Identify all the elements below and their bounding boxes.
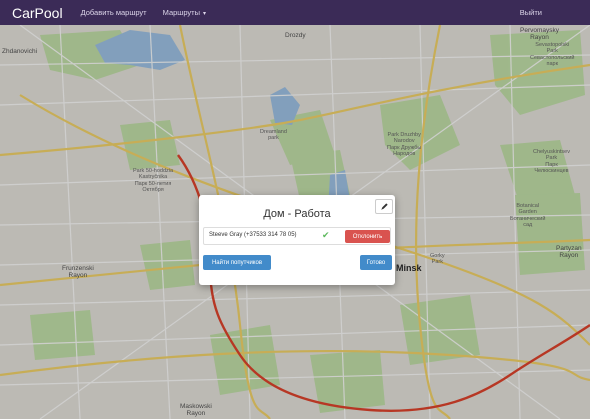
- nav-add-route[interactable]: Добавить маршрут: [81, 8, 147, 17]
- map-label-minsk: Minsk: [396, 263, 422, 273]
- decline-button[interactable]: Отклонить: [345, 230, 390, 243]
- edit-route-button[interactable]: [375, 199, 393, 214]
- member-name: Steeve Gray (+37533 314 78 05): [209, 232, 297, 238]
- done-button[interactable]: Готово: [360, 255, 392, 270]
- route-title: Дом - Работа: [263, 208, 331, 220]
- caret-down-icon: ▾: [202, 11, 206, 17]
- member-row: Steeve Gray (+37533 314 78 05) ✔ Отклони…: [203, 227, 391, 245]
- pencil-icon: [380, 203, 388, 210]
- brand-logo[interactable]: CarPool: [12, 5, 63, 21]
- nav-routes-dropdown[interactable]: Маршруты ▾: [163, 8, 206, 17]
- navbar: CarPool Добавить маршрут Маршруты ▾ Выйти: [0, 0, 590, 25]
- logout-link[interactable]: Выйти: [520, 8, 542, 17]
- check-icon: ✔: [322, 230, 330, 240]
- find-passengers-button[interactable]: Найти попутчиков: [203, 255, 271, 270]
- nav-routes-label: Маршруты: [162, 8, 200, 17]
- route-dialog: Дом - Работа Steeve Gray (+37533 314 78 …: [199, 195, 395, 285]
